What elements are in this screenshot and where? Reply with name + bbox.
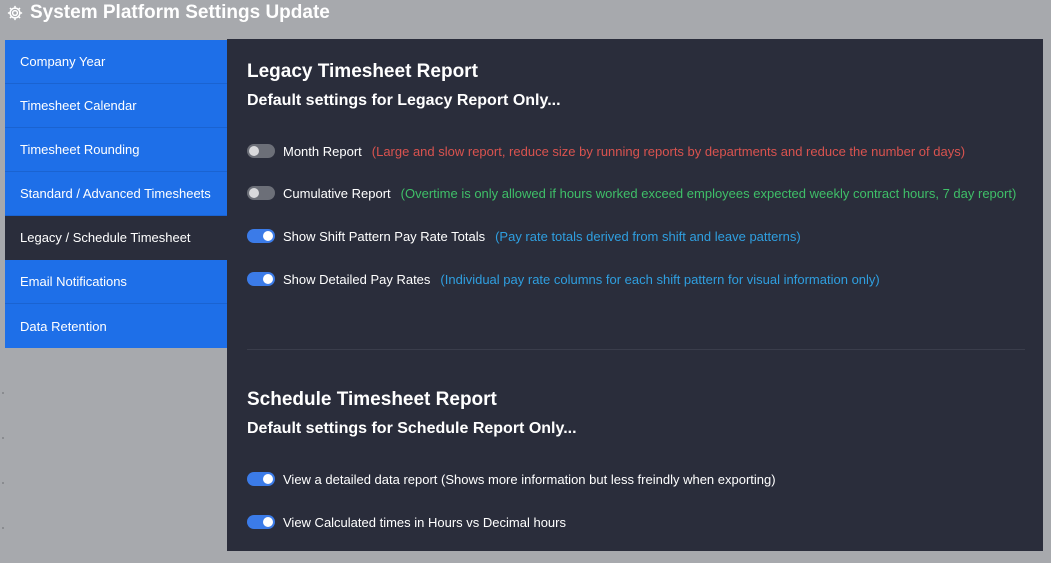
sidebar-item-data-retention[interactable]: Data Retention (5, 304, 227, 348)
setting-label: Show Shift Pattern Pay Rate Totals (283, 228, 486, 244)
legacy-section-subtitle: Default settings for Legacy Report Only.… (247, 92, 561, 109)
detailed-data-report-toggle[interactable] (247, 472, 275, 486)
month-report-toggle[interactable] (247, 144, 275, 158)
toggle-knob (263, 231, 273, 241)
setting-cumulative-report: Cumulative Report (Overtime is only allo… (247, 183, 1016, 203)
setting-label: Month Report (283, 143, 362, 159)
toggle-knob (263, 517, 273, 527)
section-divider (247, 349, 1025, 350)
sidebar-item-label: Timesheet Rounding (20, 142, 140, 157)
calculated-times-toggle[interactable] (247, 515, 275, 529)
setting-detailed-data-report: View a detailed data report (Shows more … (247, 469, 776, 489)
setting-label: Show Detailed Pay Rates (283, 271, 431, 287)
sidebar-item-label: Legacy / Schedule Timesheet (20, 230, 191, 245)
schedule-section-subtitle: Default settings for Schedule Report Onl… (247, 420, 577, 437)
toggle-knob (263, 274, 273, 284)
divider (2, 527, 4, 529)
toggle-knob (263, 474, 273, 484)
toggle-knob (249, 146, 259, 156)
toggle-knob (249, 188, 259, 198)
setting-label: View a detailed data report (Shows more … (283, 471, 776, 487)
legacy-section-title: Legacy Timesheet Report (247, 61, 478, 82)
sidebar-item-standard-advanced-timesheets[interactable]: Standard / Advanced Timesheets (5, 172, 227, 216)
detailed-pay-rates-toggle[interactable] (247, 272, 275, 286)
sidebar-item-label: Company Year (20, 54, 106, 69)
divider (2, 437, 4, 439)
setting-label: Cumulative Report (283, 185, 391, 201)
setting-note: (Pay rate totals derived from shift and … (495, 228, 801, 244)
shift-pattern-pay-rate-totals-toggle[interactable] (247, 229, 275, 243)
setting-note: (Overtime is only allowed if hours worke… (400, 185, 1017, 201)
sidebar-item-timesheet-calendar[interactable]: Timesheet Calendar (5, 84, 227, 128)
sidebar-item-timesheet-rounding[interactable]: Timesheet Rounding (5, 128, 227, 172)
setting-shift-pattern-pay-rate-totals: Show Shift Pattern Pay Rate Totals (Pay … (247, 226, 801, 246)
sidebar-item-label: Email Notifications (20, 274, 127, 289)
setting-note: (Large and slow report, reduce size by r… (371, 143, 966, 159)
setting-note: (Individual pay rate columns for each sh… (440, 271, 880, 287)
settings-panel: Legacy Timesheet Report Default settings… (227, 39, 1043, 551)
sidebar-item-label: Data Retention (20, 318, 107, 334)
sidebar-item-label: Standard / Advanced Timesheets (20, 186, 211, 201)
divider (2, 392, 4, 394)
setting-label: View Calculated times in Hours vs Decima… (283, 514, 566, 530)
app-title: System Platform Settings Update (6, 0, 330, 26)
setting-detailed-pay-rates: Show Detailed Pay Rates (Individual pay … (247, 269, 880, 289)
divider (2, 482, 4, 484)
sidebar-item-company-year[interactable]: Company Year (5, 40, 227, 84)
gear-icon (7, 5, 23, 21)
cumulative-report-toggle[interactable] (247, 186, 275, 200)
sidebar-item-email-notifications[interactable]: Email Notifications (5, 260, 227, 304)
settings-sidebar: Company Year Timesheet Calendar Timeshee… (5, 40, 227, 348)
setting-calculated-times: View Calculated times in Hours vs Decima… (247, 512, 566, 532)
app-title-text: System Platform Settings Update (30, 2, 330, 23)
sidebar-item-label: Timesheet Calendar (20, 98, 137, 113)
sidebar-item-legacy-schedule-timesheet[interactable]: Legacy / Schedule Timesheet (5, 216, 227, 260)
setting-month-report: Month Report (Large and slow report, red… (247, 141, 965, 161)
schedule-section-title: Schedule Timesheet Report (247, 389, 497, 410)
